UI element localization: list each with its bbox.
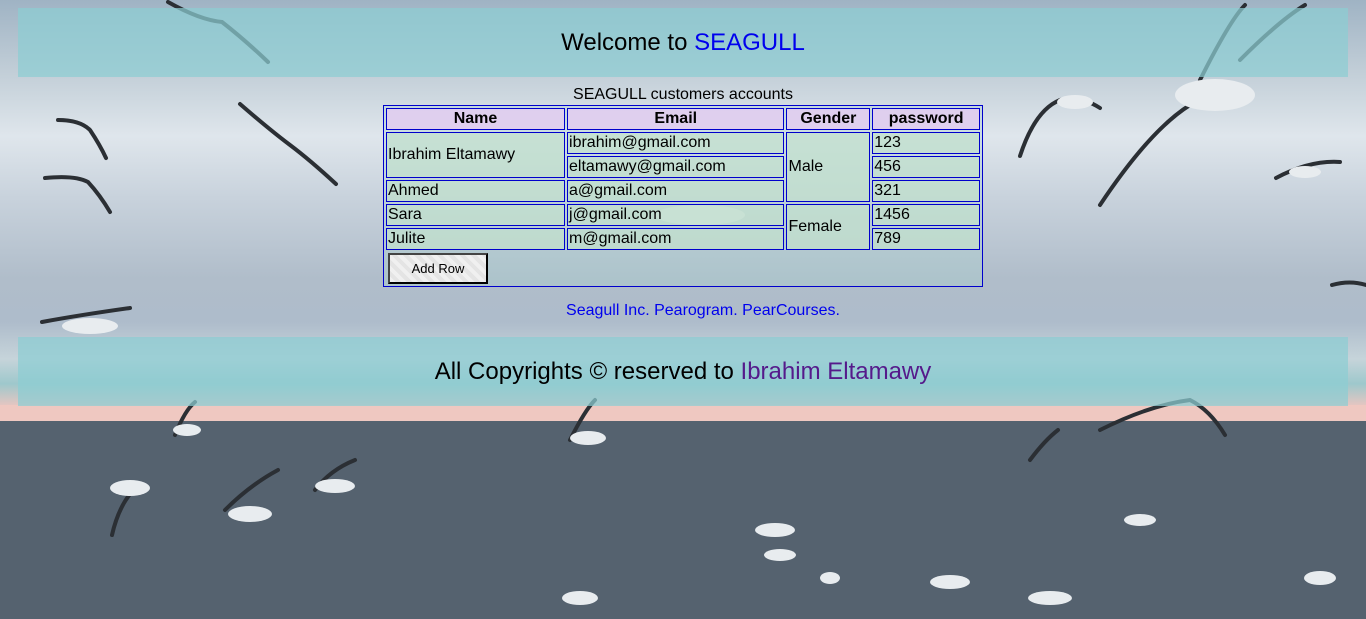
copyright-label: All Copyrights © reserved to <box>434 357 734 385</box>
brand-name: SEAGULL <box>694 28 805 56</box>
cell-password: 456 <box>872 156 980 178</box>
header-banner: Welcome to SEAGULL <box>18 8 1348 77</box>
cell-email: ibrahim@gmail.com <box>567 132 785 154</box>
welcome-text: Welcome to <box>561 28 688 56</box>
accounts-table: Name Email Gender password Ibrahim Eltam… <box>384 106 982 252</box>
footer-links: Seagull Inc. Pearogram. PearCourses. <box>0 302 1366 320</box>
cell-email: a@gmail.com <box>567 180 785 202</box>
table-row: Ahmed a@gmail.com 321 <box>386 180 980 202</box>
column-header-name: Name <box>386 108 566 130</box>
copyright-text: All Copyrights © reserved to Ibrahim Elt… <box>435 358 932 386</box>
cell-email: m@gmail.com <box>567 228 785 250</box>
link-pearogram[interactable]: Pearogram. <box>654 302 738 319</box>
cell-name: Sara <box>386 204 566 226</box>
cell-password: 321 <box>872 180 980 202</box>
cell-password: 1456 <box>872 204 980 226</box>
column-header-email: Email <box>567 108 785 130</box>
cell-email: j@gmail.com <box>567 204 785 226</box>
cell-gender: Female <box>786 204 871 250</box>
page-title: Welcome to SEAGULL <box>561 29 805 57</box>
cell-password: 123 <box>872 132 980 154</box>
table-row: Ibrahim Eltamawy ibrahim@gmail.com Male … <box>386 132 980 202</box>
cell-name: Ahmed <box>386 180 566 202</box>
table-row: Sara j@gmail.com Female 1456 <box>386 204 980 250</box>
column-header-gender: Gender <box>786 108 871 130</box>
table-caption: SEAGULL customers accounts <box>573 86 793 103</box>
cell-email: eltamawy@gmail.com <box>567 156 785 178</box>
link-pearcourses[interactable]: PearCourses. <box>742 302 840 319</box>
cell-password: 789 <box>872 228 980 250</box>
cell-name: Julite <box>386 228 566 250</box>
cell-name: Ibrahim Eltamawy <box>386 132 566 178</box>
author-link[interactable]: Ibrahim Eltamawy <box>741 358 932 385</box>
add-row-button[interactable]: Add Row <box>388 253 488 284</box>
table-header-row: Name Email Gender password <box>386 108 980 130</box>
link-seagull-inc[interactable]: Seagull Inc. <box>566 302 650 319</box>
footer-banner: All Copyrights © reserved to Ibrahim Elt… <box>18 337 1348 406</box>
column-header-password: password <box>872 108 980 130</box>
table-row: Julite m@gmail.com 789 <box>386 228 980 250</box>
cell-gender: Male <box>786 132 871 202</box>
accounts-table-container: Name Email Gender password Ibrahim Eltam… <box>383 105 983 287</box>
